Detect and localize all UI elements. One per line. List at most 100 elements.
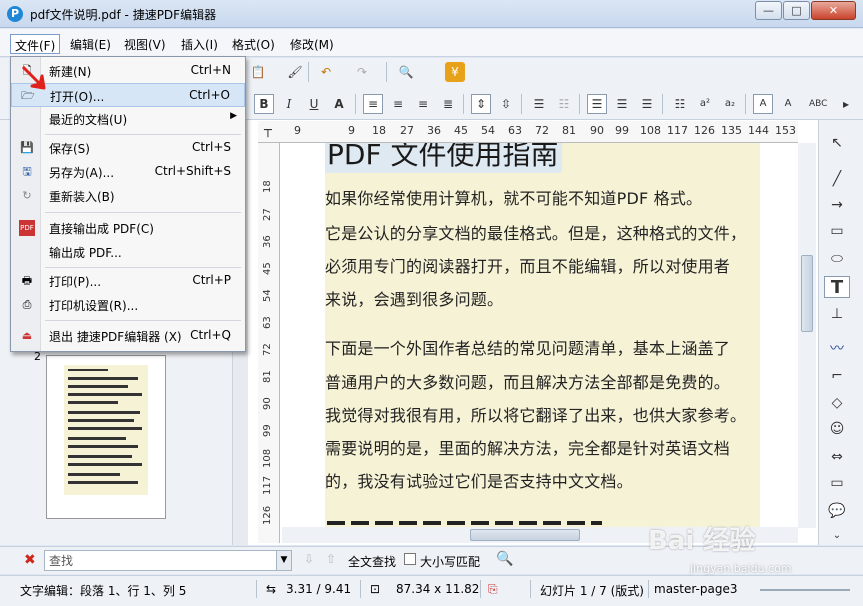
char-spacing-icon[interactable]: ☷ [670,94,690,114]
callout-icon[interactable]: 💬 [824,500,850,522]
underline-icon[interactable]: U [304,94,324,114]
document-line[interactable]: 下面是一个外国作者总结的常见问题清单，基本上涵盖了 [325,335,730,359]
menu-view[interactable]: 视图(V) [120,34,170,54]
align-left-icon[interactable]: ≡ [363,94,383,114]
connector-tool-icon[interactable]: ⌐ [824,365,850,387]
rectangle-tool-icon[interactable]: ▭ [824,220,850,242]
find-next-icon[interactable]: ⇧ [326,552,336,566]
document-line[interactable]: 如果你经常使用计算机，就不可能不知道PDF 格式。 [325,185,702,209]
close-button[interactable]: ✕ [811,1,856,20]
close-find-icon[interactable]: ✖ [24,552,36,568]
document-line[interactable]: 来说，会遇到很多问题。 [325,286,503,310]
paragraph-spacing-icon[interactable]: ⇳ [496,94,516,114]
menu-item-reload[interactable]: ↻ 重新装入(B) [11,184,245,208]
vertical-scroll-thumb[interactable] [801,255,813,332]
text-direction-icon[interactable]: A [753,94,773,114]
document-vertical-scrollbar[interactable] [798,143,816,528]
find-all-button[interactable]: 全文查找 [348,553,396,570]
arrow-line-icon[interactable]: → [824,194,850,216]
shadow-icon[interactable]: A [329,94,349,114]
document-line[interactable]: 我觉得对我很有用，所以将它翻译了出来，也供大家参考。 [325,402,746,426]
align-center-icon[interactable]: ≡ [388,94,408,114]
purchase-icon[interactable]: ¥ [445,62,465,82]
menu-item-printer-settings[interactable]: ⎙ 打印机设置(R)... [11,293,245,317]
find-prev-icon[interactable]: ⇩ [304,552,314,566]
outdent-icon[interactable]: ☰ [612,94,632,114]
ruler-tick: 27 [400,124,414,137]
minimize-button[interactable]: — [755,1,782,20]
format-paintbrush-icon[interactable]: 🖌 [285,62,305,82]
block-arrows-icon[interactable]: ⇔ [824,446,850,468]
thumbnail-line [68,377,138,380]
menu-modify[interactable]: 修改(M) [286,34,338,54]
document-line[interactable]: 必须用专门的阅读器打开，而且不能编辑，所以对使用者 [325,253,730,277]
menu-item-recent[interactable]: 最近的文档(U) ▶ [11,107,245,131]
justify-icon[interactable]: ≣ [438,94,458,114]
paste-icon[interactable]: 📋 [248,62,268,82]
bold-icon[interactable]: B [254,94,274,114]
superscript-icon[interactable]: a² [695,94,715,114]
menu-separator [45,267,241,268]
toolbar-more-icon[interactable]: ▸ [836,94,856,114]
document-line[interactable]: 普通用户的大多数问题，而且解决方法全部都是免费的。 [325,369,730,393]
italic-icon[interactable]: I [279,94,299,114]
document-line[interactable]: 它是公认的分享文档的最佳格式。但是，这种格式的文件， [325,220,746,244]
ruler-tick: 81 [262,370,273,383]
spellcheck-icon[interactable]: ABC [808,94,828,114]
zoom-slider[interactable] [760,589,850,591]
indent-icon[interactable]: ☰ [587,94,607,114]
ruler-tick: 36 [262,235,273,248]
thumbnail-line [68,419,134,422]
find-input[interactable]: 查找 [44,550,292,571]
menu-item-open[interactable]: 🗁 打开(O)... Ctrl+O [11,83,245,107]
thumbnail-line [68,481,138,484]
basic-shapes-icon[interactable]: ◇ [824,392,850,414]
menu-shortcut: Ctrl+N [190,63,231,77]
symbol-shapes-icon[interactable]: ☺ [824,418,850,440]
find-dropdown-icon[interactable]: ▼ [276,551,291,570]
menu-item-export-pdf-direct[interactable]: PDF 直接输出成 PDF(C) [11,216,245,240]
ellipse-tool-icon[interactable]: ⬭ [824,248,850,270]
document-line[interactable]: 的，我没有试验过它们是否支持中文文档。 [325,468,633,492]
menu-file[interactable]: 文件(F) [10,34,61,54]
menu-item-new[interactable]: 🗋 新建(N) Ctrl+N [11,59,245,83]
line-spacing-icon[interactable]: ⇕ [471,94,491,114]
menu-item-save[interactable]: 💾 保存(S) Ctrl+S [11,136,245,160]
menu-item-export-pdf[interactable]: 输出成 PDF... [11,240,245,264]
menu-item-save-as[interactable]: 🖫 另存为(A)... Ctrl+Shift+S [11,160,245,184]
match-case-checkbox[interactable] [404,553,416,565]
menu-insert[interactable]: 插入(I) [177,34,222,54]
thumbnail-line [68,385,128,388]
menu-format[interactable]: 格式(O) [228,34,279,54]
print-icon: 🖶 [21,274,33,287]
watermark-url: jingyan.baidu.com [690,562,792,575]
line-tool-icon[interactable]: ╱ [824,168,850,190]
menu-item-exit[interactable]: ⏏ 退出 捷速PDF编辑器 (X) Ctrl+Q [11,324,245,348]
menu-item-print[interactable]: 🖶 打印(P)... Ctrl+P [11,269,245,293]
vertical-text-icon[interactable]: A [778,94,798,114]
bullets-icon[interactable]: ☰ [529,94,549,114]
subscript-icon[interactable]: a₂ [720,94,740,114]
position-icon: ⇆ [266,582,277,596]
document-heading[interactable]: PDF 文件使用指南 [325,143,563,173]
curve-tool-icon[interactable]: 〰 [824,338,850,360]
vertical-text-tool-icon[interactable]: ⊥ [824,303,850,325]
cursor-position: 3.31 / 9.41 [286,582,352,596]
redo-icon[interactable]: ↷ [352,62,372,82]
undo-icon[interactable]: ↶ [316,62,336,82]
text-frame[interactable]: PDF 文件使用指南 如果你经常使用计算机，就不可能不知道PDF 格式。 它是公… [325,143,760,543]
find-options-icon[interactable]: 🔍 [496,551,513,567]
ruler-tick: 54 [481,124,495,137]
align-right-icon[interactable]: ≡ [413,94,433,114]
text-tool-icon[interactable]: T [824,276,850,298]
toolbar-separator [662,94,663,114]
select-arrow-icon[interactable]: ↖ [824,132,850,154]
numbering-icon[interactable]: ☷ [554,94,574,114]
horizontal-scroll-thumb[interactable] [470,529,580,541]
maximize-button[interactable]: □ [783,1,810,20]
document-line[interactable]: 需要说明的是，里面的解决方法，完全都是针对英语文档 [325,435,730,459]
menu-edit[interactable]: 编辑(E) [66,34,115,54]
flowchart-icon[interactable]: ▭ [824,472,850,494]
zoom-icon[interactable]: 🔍 [396,62,416,82]
list-icon[interactable]: ☰ [637,94,657,114]
